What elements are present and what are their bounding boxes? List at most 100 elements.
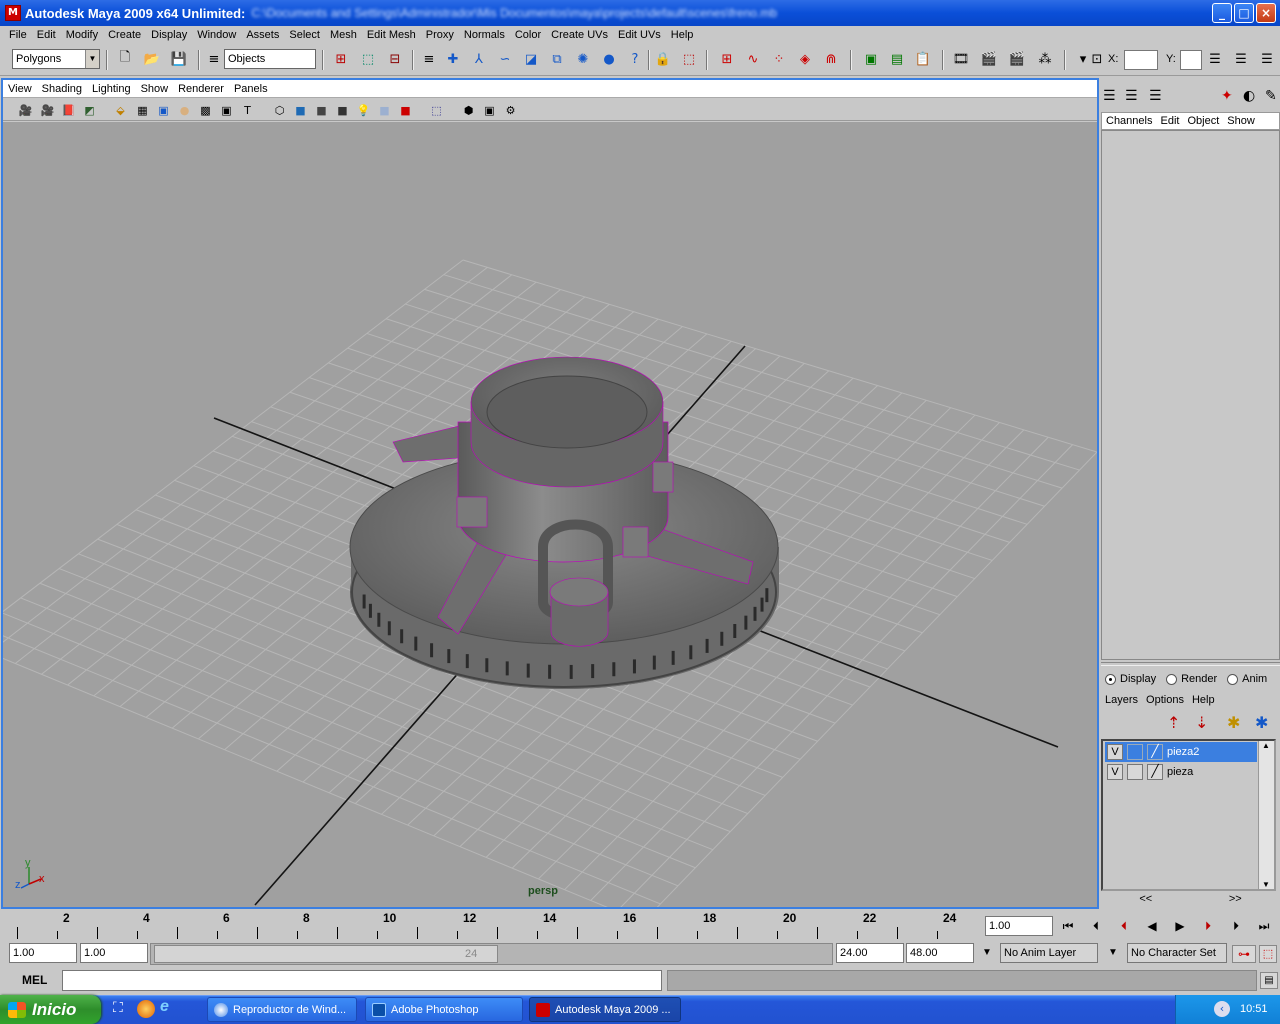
- menu-create[interactable]: Create: [103, 29, 146, 41]
- layer-visibility-toggle[interactable]: V: [1107, 744, 1123, 760]
- go-to-start-icon[interactable]: ⏮: [1056, 916, 1080, 936]
- mel-command-input[interactable]: [62, 970, 662, 991]
- wireframe-on-shaded-icon[interactable]: ■: [312, 101, 331, 120]
- xray-joints-icon[interactable]: ▣: [480, 101, 499, 120]
- film-gate-icon[interactable]: ▦: [133, 101, 152, 120]
- manipulator-icon[interactable]: ✦: [1221, 88, 1233, 104]
- menu-assets[interactable]: Assets: [241, 29, 284, 41]
- image-plane-icon[interactable]: ◩: [80, 101, 99, 120]
- safe-action-icon[interactable]: ▣: [217, 101, 236, 120]
- anim-layer-arrow-icon[interactable]: ▼: [976, 943, 998, 963]
- field-chart-icon[interactable]: ▩: [196, 101, 215, 120]
- smooth-shade-icon[interactable]: ■: [291, 101, 310, 120]
- layer-menu-help[interactable]: Help: [1188, 694, 1219, 706]
- use-all-lights-icon[interactable]: 💡: [354, 101, 373, 120]
- playback-start-field[interactable]: 1.00: [80, 943, 148, 963]
- select-curves-icon[interactable]: ∽: [494, 48, 516, 70]
- scroll-right-button[interactable]: >>: [1229, 893, 1242, 907]
- gate-mask-icon[interactable]: ●: [175, 101, 194, 120]
- save-scene-icon[interactable]: 💾: [168, 48, 190, 70]
- show-attribute-editor-icon[interactable]: ☰: [1204, 48, 1226, 70]
- open-scene-icon[interactable]: 📂: [141, 48, 163, 70]
- new-layer-from-selected-icon[interactable]: ✱: [1255, 713, 1268, 732]
- ipr-render-icon[interactable]: 🎞: [950, 48, 972, 70]
- new-layer-icon[interactable]: ✱: [1227, 713, 1240, 732]
- show-tool-settings-icon[interactable]: ☰: [1230, 48, 1252, 70]
- speed-icon[interactable]: ◐: [1243, 88, 1255, 104]
- radio-render[interactable]: Render: [1166, 673, 1217, 685]
- select-component-icon[interactable]: ⊟: [384, 48, 406, 70]
- step-back-key-icon[interactable]: ⏴: [1112, 916, 1136, 936]
- layer-row-pieza2[interactable]: V ╱ pieza2: [1105, 742, 1257, 762]
- render-view-icon[interactable]: 🎬: [978, 48, 1000, 70]
- select-rendering-icon[interactable]: ●: [598, 48, 620, 70]
- move-layer-up-icon[interactable]: ⇡: [1167, 713, 1180, 732]
- playback-end-field[interactable]: 24.00: [836, 943, 904, 963]
- select-object-icon[interactable]: ⬚: [357, 48, 379, 70]
- isolate-select-icon[interactable]: ⬚: [427, 101, 446, 120]
- vp-menu-panels[interactable]: Panels: [229, 83, 273, 95]
- minimize-button[interactable]: _: [1212, 3, 1232, 23]
- select-deformations-icon[interactable]: ⧉: [546, 48, 568, 70]
- snap-to-curve-icon[interactable]: ∿: [742, 48, 764, 70]
- select-misc-icon[interactable]: ?: [624, 48, 646, 70]
- go-to-end-icon[interactable]: ⏭: [1252, 916, 1276, 936]
- cb-menu-show[interactable]: Show: [1223, 115, 1259, 127]
- close-button[interactable]: ×: [1256, 3, 1276, 23]
- play-forwards-icon[interactable]: ▶: [1168, 916, 1192, 936]
- maya-app-icon[interactable]: M: [5, 5, 21, 21]
- command-language-label[interactable]: MEL: [22, 973, 47, 987]
- layer-list-scrollbar[interactable]: ▲ ▼: [1258, 741, 1274, 889]
- render-settings-icon[interactable]: 🎬: [1006, 48, 1028, 70]
- cb-menu-channels[interactable]: Channels: [1102, 115, 1156, 127]
- menu-display[interactable]: Display: [146, 29, 192, 41]
- menuset-dropdown[interactable]: Polygons ▼: [12, 49, 100, 69]
- show-channel-box-icon[interactable]: ☰: [1256, 48, 1278, 70]
- script-editor-icon[interactable]: ▤: [1260, 972, 1278, 989]
- character-set-dropdown[interactable]: No Character Set: [1127, 943, 1227, 963]
- highlight-selection-icon[interactable]: ⬚: [678, 48, 700, 70]
- safe-title-icon[interactable]: T: [238, 101, 257, 120]
- step-forward-key-icon[interactable]: ⏵: [1196, 916, 1220, 936]
- internet-explorer-icon[interactable]: e: [160, 998, 180, 1018]
- layer-type-toggle[interactable]: [1127, 744, 1143, 760]
- channel-box[interactable]: [1101, 130, 1280, 660]
- layer-menu-layers[interactable]: Layers: [1101, 694, 1142, 706]
- firefox-quicklaunch-icon[interactable]: [137, 1000, 155, 1018]
- range-start-field[interactable]: 1.00: [9, 943, 77, 963]
- scroll-left-button[interactable]: <<: [1139, 893, 1152, 907]
- channel-layer-icon[interactable]: ☰: [1149, 88, 1162, 104]
- perspective-viewport[interactable]: y x z: [3, 122, 1097, 907]
- new-scene-icon[interactable]: 🗋: [114, 48, 136, 70]
- scroll-up-arrow-icon[interactable]: ▲: [1262, 741, 1270, 750]
- layer-row-pieza[interactable]: V ╱ pieza: [1105, 762, 1257, 782]
- cb-menu-edit[interactable]: Edit: [1156, 115, 1183, 127]
- absolute-transform-icon[interactable]: ⊡: [1086, 48, 1108, 70]
- menu-select[interactable]: Select: [284, 29, 325, 41]
- maximize-button[interactable]: □: [1234, 3, 1254, 23]
- show-desktop-icon[interactable]: ⛶: [113, 1000, 133, 1020]
- layer-menu-options[interactable]: Options: [1142, 694, 1188, 706]
- range-end-field[interactable]: 48.00: [906, 943, 974, 963]
- menu-color[interactable]: Color: [510, 29, 546, 41]
- range-slider-handle[interactable]: 24: [154, 945, 498, 963]
- menu-file[interactable]: File: [4, 29, 32, 41]
- make-live-icon[interactable]: ⋒: [820, 48, 842, 70]
- layer-editor-icon[interactable]: ☰: [1125, 88, 1138, 104]
- menu-normals[interactable]: Normals: [459, 29, 510, 41]
- menu-mesh[interactable]: Mesh: [325, 29, 362, 41]
- mask-menu-icon[interactable]: ≡: [418, 48, 440, 70]
- wireframe-icon[interactable]: ⬡: [270, 101, 289, 120]
- vp-menu-show[interactable]: Show: [136, 83, 174, 95]
- layer-type-toggle[interactable]: [1127, 764, 1143, 780]
- layer-visibility-toggle[interactable]: V: [1107, 764, 1123, 780]
- render-current-frame-icon[interactable]: 📋: [912, 48, 934, 70]
- menu-edit-mesh[interactable]: Edit Mesh: [362, 29, 421, 41]
- channel-box-icon[interactable]: ☰: [1103, 88, 1116, 104]
- vp-menu-view[interactable]: View: [3, 83, 37, 95]
- camera-attributes-icon[interactable]: 🎥: [38, 101, 57, 120]
- x-field[interactable]: [1124, 50, 1158, 70]
- select-hierarchy-icon[interactable]: ⊞: [330, 48, 352, 70]
- resolution-gate-icon[interactable]: ▣: [154, 101, 173, 120]
- auto-key-icon[interactable]: ⊶: [1232, 945, 1256, 963]
